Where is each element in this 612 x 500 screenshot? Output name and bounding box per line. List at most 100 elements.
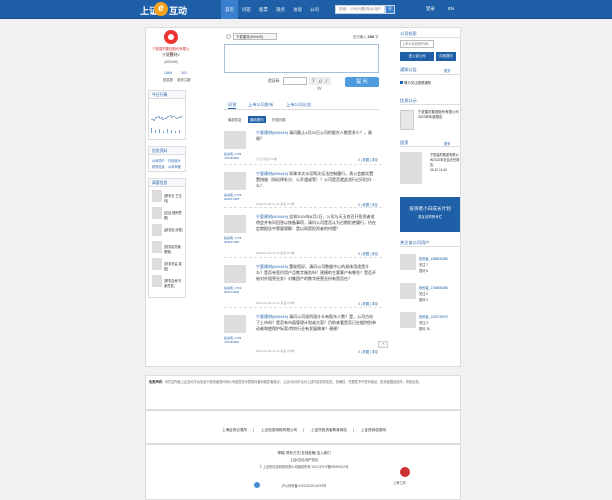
avatar[interactable] — [224, 172, 246, 190]
like-count[interactable]: 0 — [358, 350, 360, 354]
reply-button[interactable]: 评论 — [372, 350, 378, 354]
report-thumbnail[interactable] — [400, 152, 422, 184]
submit-question-button[interactable]: 提 问 — [345, 77, 379, 87]
question-user[interactable]: 投资者_1719 913173000 — [224, 286, 248, 294]
followers-count: 1494 — [164, 71, 172, 75]
announcement-text[interactable]: 宁夏建材集团股份有限公司2023年年度报告 — [418, 110, 460, 120]
question-actions: 0 | 收藏 | 评论 — [358, 158, 378, 162]
tab-company-announcement[interactable]: 上市公司公告 — [286, 102, 311, 108]
promo-banner[interactable]: 投资者小白成长计划 易互动学院专栏 — [400, 197, 460, 232]
avatar — [152, 258, 162, 270]
avatar[interactable] — [224, 215, 246, 233]
question-actions: 0 | 收藏 | 评论 — [358, 350, 378, 354]
fav-button[interactable]: 收藏 — [363, 203, 369, 207]
exec-item[interactable]: [董事会秘书 谢茂发] — [152, 275, 184, 290]
like-count[interactable]: 0 — [358, 158, 360, 162]
search-input[interactable]: 搜索：公司/问题/观点/用户 — [335, 5, 385, 14]
answers-label: 回答数 — [162, 78, 174, 82]
link-sse[interactable]: 上海证券交易所 — [222, 428, 247, 432]
today-market-title: 今日行情 — [149, 91, 185, 99]
fav-button[interactable]: 收藏 — [363, 302, 369, 306]
company-tag[interactable]: 宁夏建材(600449) — [233, 33, 277, 40]
reply-button[interactable]: 评论 — [372, 252, 378, 256]
exec-item[interactable]: [总经 理邢思刚] — [152, 207, 184, 222]
exec-item[interactable]: [董事长 王玉林] — [152, 190, 184, 205]
fav-button[interactable]: 收藏 — [363, 350, 369, 354]
answers-count: 101 — [181, 71, 187, 75]
search-icon[interactable]: ⚲ — [385, 5, 395, 14]
login-link[interactable]: 登录 — [426, 6, 435, 12]
nav-qa[interactable]: 问答 — [238, 0, 255, 19]
link-sseinfo[interactable]: 上证信息网络有限公司 — [261, 428, 297, 432]
exec-item[interactable]: [财务总监 梁磊] — [152, 258, 184, 273]
divider — [400, 104, 460, 105]
question-meta: 2023-04-20 11:16 来自 PC端 — [256, 349, 295, 353]
avatar[interactable] — [224, 315, 246, 333]
link-bond[interactable]: 上证债券信息网 — [361, 428, 386, 432]
follower-item[interactable]: 投资者_1425749470 关注 3 提问 15 — [400, 312, 460, 342]
subtab-latest-question[interactable]: 最新提问 — [248, 116, 266, 123]
tab-qa[interactable]: 问答 — [228, 102, 237, 109]
footer-agreement[interactable]: 上证e互动 用户协议 — [146, 457, 462, 462]
question-user[interactable]: 投资者_1778 394157455 — [224, 236, 248, 244]
user-avatar-icon — [226, 34, 231, 39]
link-finance[interactable]: 财务信息 — [152, 164, 168, 170]
reply-button[interactable]: 评论 — [372, 203, 378, 207]
captcha-label: 验证码 — [268, 79, 280, 83]
exec-item[interactable]: [常务副总裁 董明] — [152, 241, 184, 256]
friend-links: 上海证券交易所 | 上证信息网络有限公司 | 上证所投资者教育网站 | 上证债券信息网 — [145, 410, 461, 444]
company-docs-box: 信息资料 公司简介 行情统计 财务信息 公司章程 — [148, 146, 186, 172]
tab-company-release[interactable]: 上市公司发布 — [248, 102, 273, 108]
like-count[interactable]: 0 — [358, 252, 360, 256]
notice-more-link[interactable]: 更多 — [444, 68, 450, 73]
language-link[interactable]: EN — [448, 6, 454, 11]
nav-views[interactable]: 观点 — [272, 0, 289, 19]
notice-item[interactable]: 警示关注借想通知 — [400, 80, 431, 85]
nav-stocks[interactable]: 股票 — [255, 0, 272, 19]
business-license-icon[interactable] — [400, 467, 410, 477]
disclaimer: 免责声明：本栏目所载上证互动平台信息中投资者提问和公司回答仅代表提问者和回答者观… — [145, 375, 461, 410]
divider — [400, 37, 460, 38]
question-user[interactable]: 投资者_1778 394157455 — [224, 193, 248, 201]
logo[interactable]: 上证 e 互动 — [140, 2, 204, 17]
reply-button[interactable]: 评论 — [372, 302, 378, 306]
link-investor-edu[interactable]: 上证所投资者教育网站 — [311, 428, 347, 432]
avatar[interactable] — [224, 265, 246, 283]
company-search-input[interactable]: 上市公司名称/代码 — [400, 40, 434, 48]
fav-button[interactable]: 收藏 — [363, 158, 369, 162]
subtab-hot[interactable]: 热搜问题 — [270, 116, 288, 123]
logo-e-icon: e — [154, 2, 168, 16]
nav-home[interactable]: 首页 — [221, 0, 238, 19]
link-charter[interactable]: 公司章程 — [168, 164, 184, 170]
board-text[interactable]: 宁夏建材集团有限公司2022年社会责任报告 05-10 11:40 — [430, 153, 460, 173]
captcha-input[interactable] — [283, 77, 307, 85]
price-chart — [151, 114, 183, 133]
load-more-button[interactable]: + — [378, 341, 388, 348]
question-user[interactable]: 投资者_1703 470794000 — [224, 152, 248, 160]
question-textarea[interactable] — [224, 44, 379, 73]
nav-companies[interactable]: 公司 — [306, 0, 323, 19]
footer-links[interactable]: 帮助| 联系方式| 在线投稿| 加入我们 — [146, 450, 462, 455]
question-actions: 0 | 收藏 | 评论 — [358, 302, 378, 306]
enter-company-button[interactable]: 进入该公司 — [400, 52, 434, 61]
exec-item[interactable]: [副总经 武雄] — [152, 224, 184, 239]
avatar[interactable] — [224, 131, 246, 149]
subtab-latest-reply[interactable]: 最新答复 — [226, 116, 244, 123]
avatar — [152, 241, 162, 253]
company-shortname[interactable]: 宁夏建材V — [151, 53, 191, 58]
like-count[interactable]: 0 — [358, 302, 360, 306]
captcha-image[interactable]: T g j W — [309, 77, 331, 92]
nav-interviews[interactable]: 访谈 — [289, 0, 306, 19]
question-user[interactable]: 投资者_1703 470794000 — [224, 336, 248, 344]
follower-item[interactable]: 投资者_1756856080 关注 0 提问 0 — [400, 283, 460, 313]
fav-button[interactable]: 收藏 — [363, 252, 369, 256]
ask-company-button[interactable]: 向其提问 — [436, 52, 456, 61]
like-count[interactable]: 0 — [358, 203, 360, 207]
business-label: 上海工商 — [393, 481, 406, 485]
reply-button[interactable]: 评论 — [372, 158, 378, 162]
avatar — [400, 312, 416, 328]
follower-item[interactable]: 投资者_1388933080 关注 7 提问 6 — [400, 254, 460, 284]
question-item: 投资者_1778 394157455 宁夏建材(600449) 告知2024年8… — [224, 209, 382, 258]
document-icon[interactable] — [400, 110, 414, 130]
question-meta: 今日 来自 PC端 — [256, 157, 277, 161]
